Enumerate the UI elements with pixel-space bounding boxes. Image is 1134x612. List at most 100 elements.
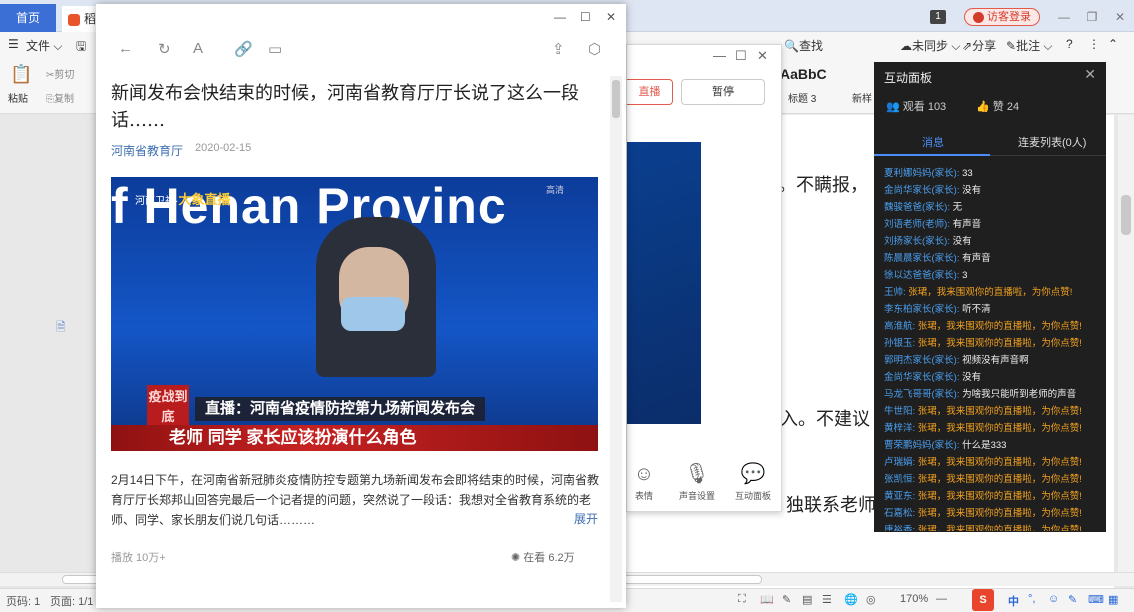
vertical-scroll-thumb[interactable]: [1121, 195, 1131, 235]
tab-home[interactable]: 首页: [0, 4, 56, 32]
like-count[interactable]: 👍 赞 24: [976, 98, 1019, 114]
find-button[interactable]: 🔍查找: [784, 37, 823, 54]
keyboard-icon[interactable]: ⌨: [1088, 593, 1104, 606]
chat-sender[interactable]: 石嘉松:: [884, 508, 915, 519]
link-icon[interactable]: 🔗: [234, 40, 253, 58]
chat-sender[interactable]: 王帅:: [884, 287, 906, 298]
help-button[interactable]: ?: [1066, 37, 1073, 51]
guest-login-button[interactable]: 访客登录: [964, 8, 1040, 26]
paste-label[interactable]: 粘贴: [8, 90, 28, 105]
article-source[interactable]: 河南省教育厅: [111, 142, 183, 159]
restore-icon[interactable]: ❐: [1078, 10, 1106, 24]
chat-sender[interactable]: 孙银玉:: [884, 338, 915, 349]
fullscreen-icon[interactable]: ⛶: [738, 593, 746, 606]
read-mode-icon[interactable]: 📖: [760, 593, 774, 606]
popup-maximize-icon[interactable]: ☐: [580, 10, 591, 24]
live-button[interactable]: 直播: [627, 79, 673, 105]
zoom-level[interactable]: 170%: [900, 593, 928, 605]
chat-sender[interactable]: 金尚华家长(家长):: [884, 185, 959, 196]
chat-sender[interactable]: 李东柏家长(家长):: [884, 304, 959, 315]
live-video[interactable]: [627, 142, 701, 424]
minimize-icon[interactable]: —: [1050, 10, 1078, 24]
player-maximize-icon[interactable]: ☐: [735, 48, 747, 64]
grid-icon[interactable]: ▦: [1108, 593, 1118, 606]
chat-sender[interactable]: 唐裕香:: [884, 525, 915, 531]
interactive-panel-button[interactable]: 💬 互动面板: [728, 463, 778, 502]
chat-message: 张凯恒: 张珺，我来围观你的直播啦，为你点赞!: [884, 471, 1104, 488]
player-close-icon[interactable]: ✕: [757, 48, 768, 64]
file-menu[interactable]: 文件 ⌵: [26, 37, 62, 54]
close-icon[interactable]: ✕: [1106, 10, 1134, 24]
chat-text: 张珺，我来围观你的直播啦，为你点赞!: [905, 287, 1073, 298]
chat-sender[interactable]: 郭明杰家长(家长):: [884, 355, 959, 366]
paragraph-marker-icon[interactable]: 🗎: [56, 318, 66, 339]
more-icon[interactable]: ⋮: [1088, 37, 1100, 51]
tab-mic-list[interactable]: 连麦列表(0人): [1018, 134, 1086, 150]
new-style-label[interactable]: 新样: [852, 90, 872, 105]
sync-label: 未同步: [912, 39, 949, 53]
chat-sender[interactable]: 张凯恒:: [884, 474, 915, 485]
copy-button[interactable]: ⎘复制: [46, 90, 74, 105]
player-minimize-icon[interactable]: —: [713, 48, 726, 63]
sync-button[interactable]: ☁未同步 ⌵: [900, 37, 960, 54]
web-view-icon[interactable]: 🌐: [844, 593, 858, 606]
page-view-icon[interactable]: ▤: [802, 593, 812, 606]
menu-icon[interactable]: ☰: [8, 37, 19, 51]
chat-sender[interactable]: 黄梓洋:: [884, 423, 915, 434]
eye-care-icon[interactable]: ◎: [866, 593, 876, 606]
chat-sender[interactable]: 高淮航:: [884, 321, 915, 332]
message-list[interactable]: 夏利娜妈妈(家长): 33 金尚华家长(家长): 没有 魏骏爸爸(家长): 无刘语老…: [884, 165, 1104, 531]
chat-sender[interactable]: 魏骏爸爸(家长):: [884, 202, 950, 213]
chat-sender[interactable]: 马龙飞哥哥(家长):: [884, 389, 959, 400]
chat-sender[interactable]: 刘语老师(老师):: [884, 219, 950, 230]
popup-scroll-thumb[interactable]: [612, 80, 620, 118]
window-count-badge[interactable]: 1: [930, 10, 946, 24]
window-icon[interactable]: ▭: [268, 40, 282, 58]
chat-sender[interactable]: 曹荣鹏妈妈(家长):: [884, 440, 959, 451]
sogou-ime-icon[interactable]: S: [972, 589, 994, 611]
chat-sender[interactable]: 金尚华家长(家长):: [884, 372, 959, 383]
chat-sender[interactable]: 卢瑞娟:: [884, 457, 915, 468]
popup-scrollbar[interactable]: [610, 76, 622, 602]
font-size-icon[interactable]: A: [193, 40, 203, 57]
zoom-out-icon[interactable]: —: [936, 593, 947, 605]
annotate-button[interactable]: ✎批注 ⌵: [1006, 37, 1053, 54]
style-heading3-label[interactable]: 标题 3: [788, 90, 816, 105]
pen-icon[interactable]: ✎: [1068, 593, 1077, 606]
vertical-scrollbar[interactable]: [1118, 115, 1134, 572]
refresh-icon[interactable]: ↻: [158, 40, 171, 58]
save-icon[interactable]: 🖫: [76, 37, 86, 58]
tab-messages[interactable]: 消息: [922, 134, 944, 150]
cut-button[interactable]: ✂剪切: [46, 66, 74, 81]
viewer-count-label: 观看 103: [902, 101, 947, 113]
emoji-button[interactable]: ☺ 表情: [619, 463, 669, 502]
popup-close-icon[interactable]: ✕: [606, 10, 616, 24]
outline-view-icon[interactable]: ☰: [822, 593, 832, 606]
ime-punct[interactable]: °,: [1028, 593, 1035, 605]
collapse-icon[interactable]: ⌃: [1108, 37, 1118, 51]
article-video-thumbnail[interactable]: f Henan Provinc 河南卫视·大象直播 高清 疫战到底 直播：河南省…: [111, 177, 598, 451]
cube-icon[interactable]: ⬡: [588, 40, 601, 58]
paste-icon[interactable]: 📋: [10, 64, 32, 85]
emoji-icon[interactable]: ☺: [1048, 593, 1059, 605]
expand-link[interactable]: 展开: [574, 510, 598, 527]
chat-sender[interactable]: 徐以达爸爸(家长):: [884, 270, 959, 281]
audio-settings-button[interactable]: 🎙 声音设置: [672, 463, 722, 502]
chat-message: 曹荣鹏妈妈(家长): 什么是333: [884, 437, 1104, 454]
style-heading3-sample[interactable]: AaBbC: [780, 66, 827, 82]
emoji-label: 表情: [634, 491, 653, 501]
pause-button[interactable]: 暂停: [681, 79, 765, 105]
chat-sender[interactable]: 牛世阳:: [884, 406, 915, 417]
back-icon[interactable]: ←: [118, 40, 133, 57]
watching-count[interactable]: ✺ 在看 6.2万: [511, 549, 575, 565]
ime-mode[interactable]: 中: [1008, 593, 1019, 609]
panel-close-icon[interactable]: ✕: [1084, 66, 1096, 83]
popup-minimize-icon[interactable]: —: [554, 10, 566, 24]
chat-sender[interactable]: 黄亚东:: [884, 491, 915, 502]
write-mode-icon[interactable]: ✎: [782, 593, 791, 606]
share-icon[interactable]: ⇪: [552, 40, 565, 58]
chat-sender[interactable]: 陈晨晨家长(家长):: [884, 253, 959, 264]
chat-sender[interactable]: 刘扬家长(家长):: [884, 236, 950, 247]
share-button[interactable]: ⇗分享: [962, 37, 996, 54]
chat-sender[interactable]: 夏利娜妈妈(家长):: [884, 168, 959, 179]
